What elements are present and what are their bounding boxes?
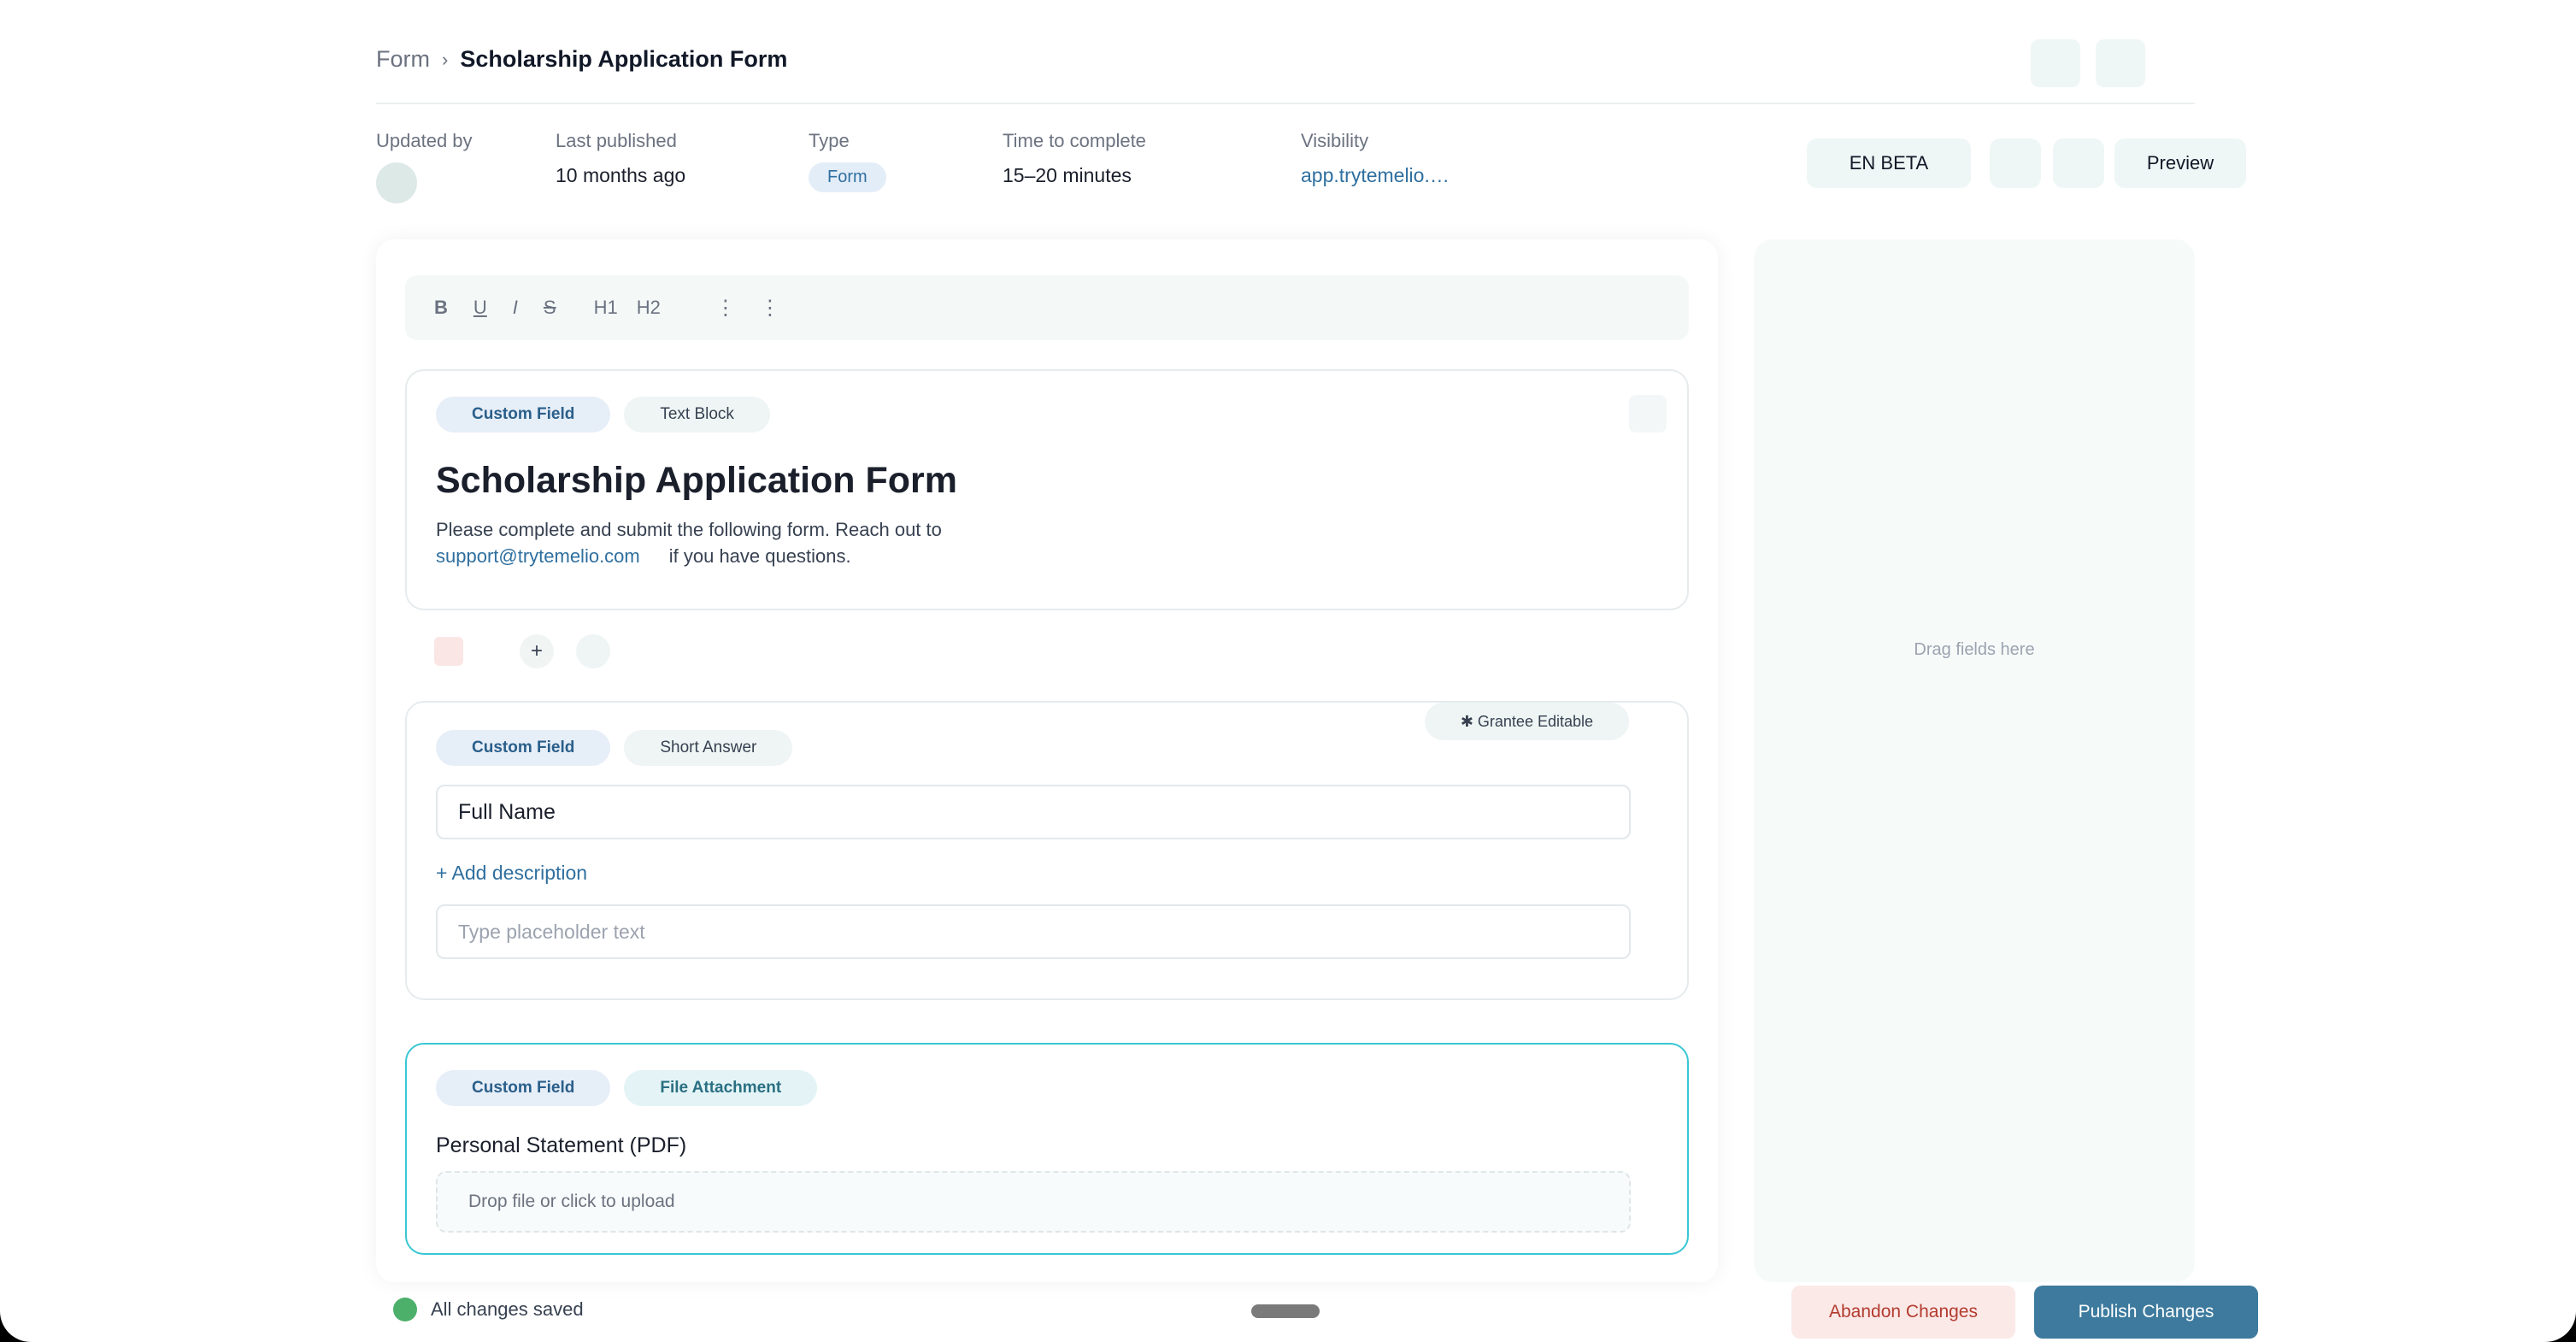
delete-block-button[interactable] xyxy=(434,637,463,666)
custom-field-chip: Custom Field xyxy=(436,397,611,433)
field-drop-panel[interactable]: Drag fields here xyxy=(1754,239,2195,1282)
meta-updated-by: Updated by xyxy=(376,130,473,203)
meta-label: Time to complete xyxy=(1003,130,1146,151)
file-dropzone[interactable]: Drop file or click to upload xyxy=(436,1171,1631,1233)
heading1-button[interactable]: H1 xyxy=(594,297,618,319)
breadcrumb-form-link[interactable]: Form xyxy=(376,46,430,73)
meta-label: Updated by xyxy=(376,130,473,151)
type-badge: Form xyxy=(809,162,886,192)
placeholder-input[interactable]: Type placeholder text xyxy=(436,904,1631,959)
text-block[interactable]: Custom Field Text Block Scholarship Appl… xyxy=(405,369,1689,610)
app-window: Form › Scholarship Application Form Upda… xyxy=(0,0,2576,1342)
drag-handle[interactable] xyxy=(1251,1304,1320,1318)
custom-field-chip: Custom Field xyxy=(436,1070,611,1106)
meta-label: Visibility xyxy=(1301,130,1369,151)
grantee-editable-badge[interactable]: ✱ Grantee Editable xyxy=(1424,703,1629,740)
save-status-text: All changes saved xyxy=(431,1298,584,1320)
action-icon-button-1[interactable] xyxy=(1990,138,2041,188)
block-insert-row: + xyxy=(434,634,610,668)
format-toolbar: B U I S H1 H2 ⋮⋮ xyxy=(405,275,1689,340)
custom-field-chip: Custom Field xyxy=(436,730,611,766)
form-editor: B U I S H1 H2 ⋮⋮ Custom Field Text Block… xyxy=(376,239,1718,1282)
visibility-link[interactable]: app.trytemelio.… xyxy=(1301,164,1450,187)
meta-label: Type xyxy=(809,130,850,151)
chip-row: Custom Field Short Answer xyxy=(436,730,793,766)
field-label: Personal Statement (PDF) xyxy=(436,1133,687,1157)
language-button[interactable]: EN BETA xyxy=(1807,138,1971,188)
short-answer-block[interactable]: Custom Field Short Answer ✱ Grantee Edit… xyxy=(405,701,1689,1000)
header-icon-button-1[interactable] xyxy=(2031,39,2080,87)
file-attachment-block[interactable]: Custom Field File Attachment Personal St… xyxy=(405,1043,1689,1255)
header-divider xyxy=(376,103,2195,104)
form-description: Please complete and submit the following… xyxy=(436,516,942,569)
meta-value: 10 months ago xyxy=(556,164,686,186)
meta-type: Type Form xyxy=(809,130,886,192)
drag-hint: Drag fields here xyxy=(1914,639,2035,659)
field-type-chip: Text Block xyxy=(624,397,770,433)
action-icon-button-2[interactable] xyxy=(2053,138,2104,188)
publish-changes-button[interactable]: Publish Changes xyxy=(2034,1286,2258,1339)
meta-time-to-complete: Time to complete 15–20 minutes xyxy=(1003,130,1146,187)
heading2-button[interactable]: H2 xyxy=(637,297,661,319)
add-description-link[interactable]: + Add description xyxy=(436,862,587,885)
block-options-button[interactable] xyxy=(576,634,610,668)
more-icon[interactable]: ⋮⋮ xyxy=(715,296,804,321)
description-line-2: support@trytemelio.com if you have questi… xyxy=(436,543,942,569)
save-status: All changes saved xyxy=(393,1298,584,1321)
breadcrumb: Form › Scholarship Application Form xyxy=(376,46,787,73)
block-menu-button[interactable] xyxy=(1629,395,1667,433)
meta-value: 15–20 minutes xyxy=(1003,164,1132,186)
support-email-link[interactable]: support@trytemelio.com xyxy=(436,545,640,567)
breadcrumb-separator-icon: › xyxy=(442,48,449,70)
meta-last-published: Last published 10 months ago xyxy=(556,130,685,187)
header-icon-button-2[interactable] xyxy=(2096,39,2145,87)
field-name-input[interactable]: Full Name xyxy=(436,785,1631,839)
add-block-button[interactable]: + xyxy=(520,634,554,668)
avatar xyxy=(376,162,417,203)
strikethrough-button[interactable]: S xyxy=(544,297,556,319)
description-text: if you have questions. xyxy=(668,545,851,567)
meta-label: Last published xyxy=(556,130,677,151)
status-dot-icon xyxy=(393,1298,417,1321)
underline-button[interactable]: U xyxy=(473,297,487,319)
chip-row: Custom Field File Attachment xyxy=(436,1070,818,1106)
chip-row: Custom Field Text Block xyxy=(436,397,770,433)
field-type-chip: File Attachment xyxy=(624,1070,818,1106)
preview-button[interactable]: Preview xyxy=(2114,138,2246,188)
page-title: Scholarship Application Form xyxy=(460,46,788,72)
meta-visibility: Visibility app.trytemelio.… xyxy=(1301,130,1450,187)
description-line-1: Please complete and submit the following… xyxy=(436,519,942,540)
bold-button[interactable]: B xyxy=(434,297,448,319)
italic-button[interactable]: I xyxy=(513,297,518,319)
abandon-changes-button[interactable]: Abandon Changes xyxy=(1791,1286,2015,1339)
form-heading: Scholarship Application Form xyxy=(436,460,958,501)
field-type-chip: Short Answer xyxy=(624,730,793,766)
